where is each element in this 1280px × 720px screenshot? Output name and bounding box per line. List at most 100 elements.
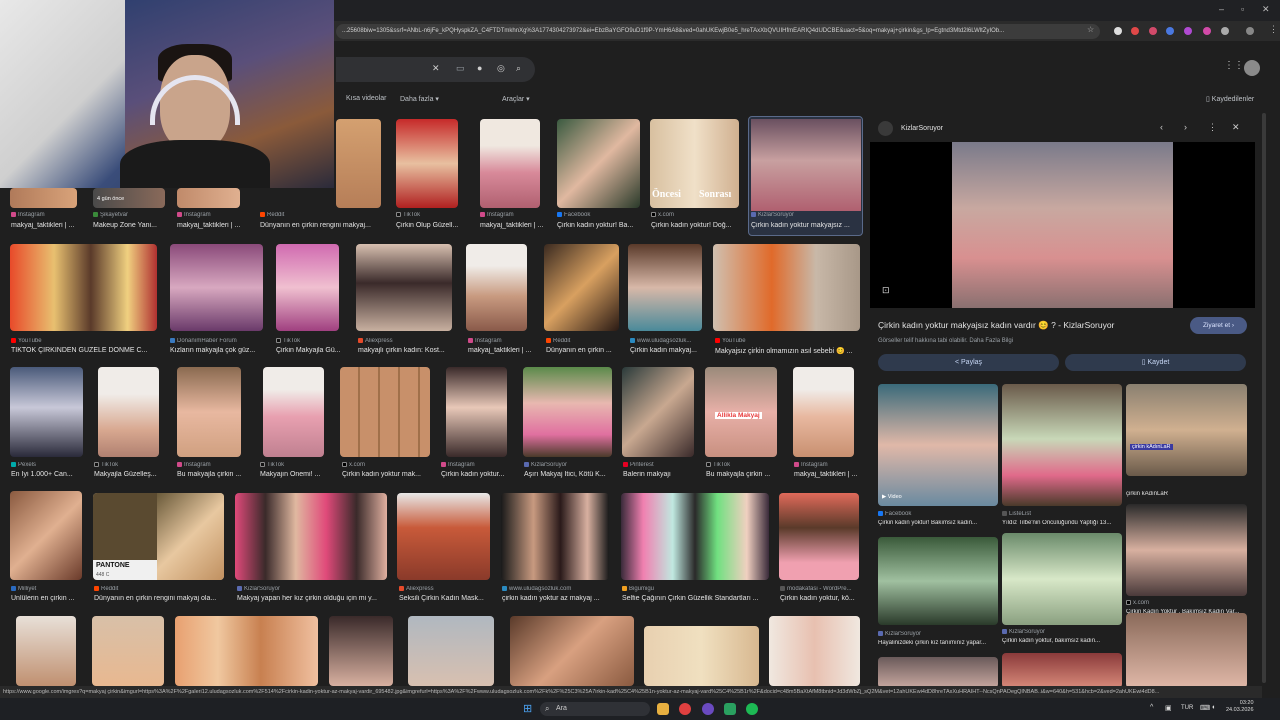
puzzle-icon[interactable] xyxy=(1221,27,1229,35)
result-caption[interactable]: Dünyanın en çirkin rengini makyaj... xyxy=(260,222,390,229)
prev-arrow-icon[interactable]: ‹ xyxy=(1160,122,1163,132)
related-caption[interactable]: Çirkin kadın yoktur! Bakımsız kadın... xyxy=(878,520,996,526)
result-caption[interactable]: Çirkin kadın yoktur! Doğ... xyxy=(651,222,739,229)
result-caption[interactable]: Balerin makyajı xyxy=(623,471,698,478)
image-result[interactable] xyxy=(510,616,634,686)
image-result[interactable] xyxy=(769,616,860,686)
image-result[interactable] xyxy=(480,119,540,208)
result-caption[interactable]: makyaj_taktikleri | ... xyxy=(468,347,536,354)
result-caption[interactable]: Çirkin kadın yoktur... xyxy=(441,471,511,478)
tab-short-videos[interactable]: Kısa videolar xyxy=(346,95,386,102)
clear-icon[interactable]: ✕ xyxy=(432,63,440,74)
result-caption[interactable]: makyajlı çirkin kadın: Kost... xyxy=(358,347,458,354)
result-caption[interactable]: Selfie Çağının Çirkin Güzellik Standartl… xyxy=(622,595,772,602)
result-caption[interactable]: makyaj_taktikleri | ... xyxy=(794,471,862,478)
tray-chevron-icon[interactable]: ^ xyxy=(1150,704,1153,711)
related-image[interactable]: çirkin kAdınLaR xyxy=(1126,384,1247,476)
result-caption[interactable]: Çirkin kadın makyaj... xyxy=(630,347,704,354)
tab-more[interactable]: Daha fazla ▾ xyxy=(400,95,439,103)
image-result[interactable] xyxy=(329,616,393,686)
result-caption[interactable]: Dünyanın en çirkin ... xyxy=(546,347,621,354)
discord-icon[interactable] xyxy=(702,703,714,715)
microphone-icon[interactable]: ● xyxy=(477,63,482,73)
image-result[interactable] xyxy=(92,616,164,686)
maximize-icon[interactable]: ▫ xyxy=(1241,4,1244,14)
saved-link[interactable]: ▯ Kaydedilenler xyxy=(1206,95,1254,103)
language-indicator[interactable]: TUR xyxy=(1181,705,1193,711)
related-caption[interactable]: Çirkin kadın yoktur, bakımsız kadın... xyxy=(1002,638,1120,644)
panel-source[interactable]: KizlarSoruyor xyxy=(901,125,943,132)
lens-search-icon[interactable]: ⊡ xyxy=(882,285,890,296)
result-caption[interactable]: TİKTOK ÇİRKİNDEN GÜZELE DÖNME C... xyxy=(11,347,161,354)
result-caption[interactable]: Çirkin Makyajla Gü... xyxy=(276,347,344,354)
image-result[interactable] xyxy=(235,493,387,580)
image-result[interactable] xyxy=(10,367,83,457)
close-window-icon[interactable]: ✕ xyxy=(1262,4,1270,15)
image-result[interactable] xyxy=(446,367,507,457)
url-field[interactable]: ...25608biw=1305&ssrf=ANbL-n6jFe_kPQHysp… xyxy=(336,24,1100,39)
chrome-icon[interactable] xyxy=(679,703,691,715)
bookmark-star-icon[interactable]: ☆ xyxy=(1087,25,1094,34)
result-caption[interactable]: Makyajsız çirkin olmamızın asıl sebebi 😊… xyxy=(715,347,860,355)
image-result[interactable] xyxy=(397,493,490,580)
image-result[interactable] xyxy=(177,367,241,457)
close-panel-icon[interactable]: ✕ xyxy=(1232,122,1240,133)
extension-icon[interactable] xyxy=(1149,27,1157,35)
image-result[interactable] xyxy=(396,119,458,208)
related-image[interactable] xyxy=(878,657,998,688)
result-caption[interactable]: Makyaj yapan her kız çirkin olduğu için … xyxy=(237,595,387,602)
windows-start-icon[interactable]: ⊞ xyxy=(523,702,532,715)
image-result[interactable] xyxy=(170,244,263,331)
image-result[interactable] xyxy=(263,367,324,457)
image-result[interactable] xyxy=(621,493,769,580)
image-result[interactable] xyxy=(177,188,240,208)
image-result[interactable] xyxy=(356,244,452,331)
related-image[interactable] xyxy=(878,537,998,625)
result-caption[interactable]: Çirkin kadın yoktur mak... xyxy=(342,471,437,478)
next-arrow-icon[interactable]: › xyxy=(1184,122,1187,132)
tray-icon[interactable]: ▣ xyxy=(1165,704,1172,712)
result-caption[interactable]: Bu makyajla çirkin ... xyxy=(706,471,781,478)
image-result[interactable] xyxy=(175,616,318,686)
extension-icon[interactable] xyxy=(1166,27,1174,35)
related-image[interactable] xyxy=(1126,613,1247,688)
image-result[interactable] xyxy=(16,616,76,686)
result-caption[interactable]: Dünyanın en çirkin rengini makyaj ola... xyxy=(94,595,224,602)
account-avatar[interactable] xyxy=(1244,60,1260,76)
volume-icon[interactable]: ◐ xyxy=(1212,704,1216,711)
image-result[interactable] xyxy=(779,493,859,580)
related-image[interactable] xyxy=(1002,384,1122,506)
image-result[interactable] xyxy=(10,491,82,580)
extension-icon[interactable] xyxy=(1114,27,1122,35)
result-caption[interactable]: Makyajla Güzelleş... xyxy=(94,471,162,478)
app-icon[interactable] xyxy=(724,703,736,715)
preview-image[interactable] xyxy=(952,142,1173,308)
more-options-icon[interactable]: ⋮ xyxy=(1208,122,1217,133)
spotify-icon[interactable] xyxy=(746,703,758,715)
image-result[interactable] xyxy=(98,367,159,457)
image-result[interactable] xyxy=(644,626,759,686)
taskbar-search[interactable]: ⌕ Ara xyxy=(540,702,650,716)
image-result[interactable] xyxy=(10,244,157,331)
image-result[interactable] xyxy=(713,244,860,331)
tab-tools[interactable]: Araçlar ▾ xyxy=(502,95,530,103)
image-result[interactable] xyxy=(628,244,702,331)
result-caption[interactable]: Çirkin kadın yoktur makyajsız ... xyxy=(751,222,859,229)
image-result[interactable] xyxy=(501,493,609,580)
image-result[interactable] xyxy=(340,367,430,457)
panel-title[interactable]: Çirkin kadın yoktur makyajsız kadın vard… xyxy=(878,320,1114,331)
share-button[interactable]: < Paylaş xyxy=(878,354,1059,371)
result-caption[interactable]: En İyi 1.000+ Can... xyxy=(11,471,86,478)
related-image[interactable] xyxy=(1002,533,1122,625)
related-caption[interactable]: Hayalinizdeki çirkin kız tanımınız yapar… xyxy=(878,640,996,646)
image-result[interactable] xyxy=(408,616,494,686)
menu-dots-icon[interactable]: ⋮ xyxy=(1269,24,1278,35)
image-result[interactable]: Öncesi Sonrası xyxy=(650,119,739,208)
image-result[interactable] xyxy=(544,244,619,331)
extension-icon[interactable] xyxy=(1184,27,1192,35)
result-caption[interactable]: Ünlülerin en çirkin ... xyxy=(11,595,86,602)
panel-scrollbar[interactable] xyxy=(1262,113,1266,683)
image-result[interactable] xyxy=(622,367,694,457)
result-caption[interactable]: çirkin kadın yoktur az makyaj ... xyxy=(502,595,614,602)
image-result[interactable] xyxy=(523,367,612,457)
